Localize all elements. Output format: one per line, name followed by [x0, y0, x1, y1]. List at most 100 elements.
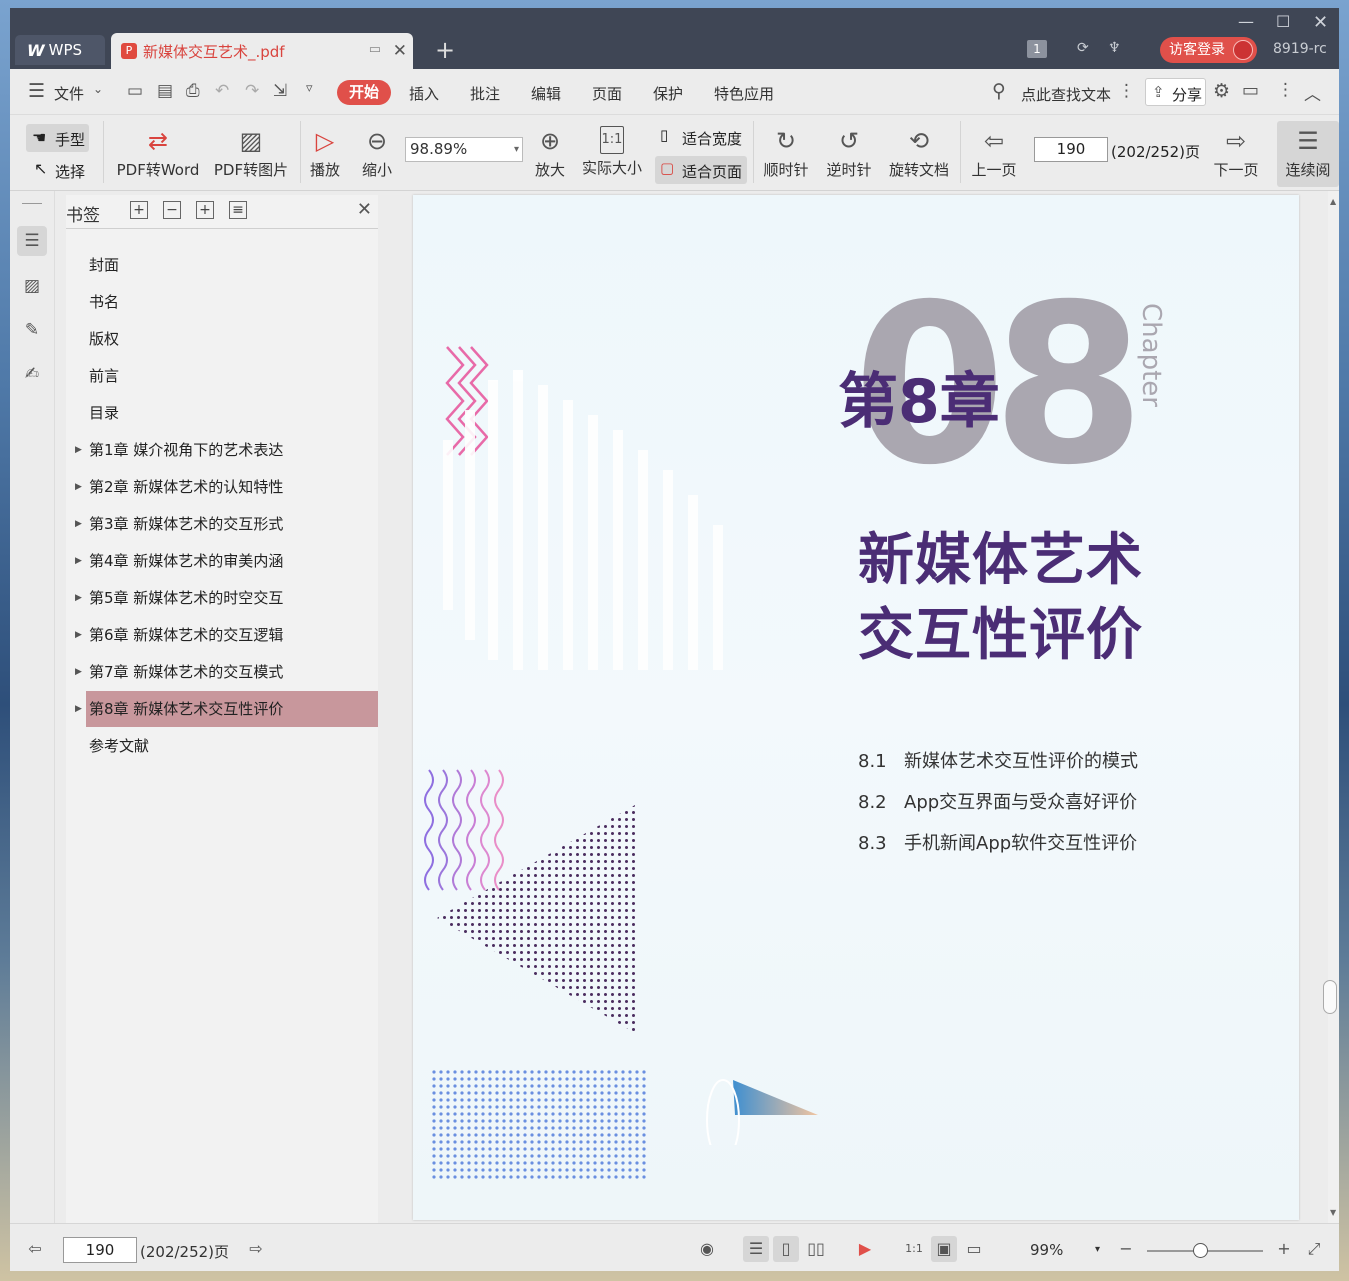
- pdf-to-image-button[interactable]: ▨ PDF转图片: [213, 126, 289, 180]
- zoom-percent[interactable]: 99%: [1030, 1241, 1063, 1259]
- hand-tool-button[interactable]: ☚ 手型: [26, 124, 89, 152]
- edit-bookmark-icon[interactable]: ≡: [229, 201, 247, 219]
- bookmark-item[interactable]: ▶ 第8章 新媒体艺术交互性评价: [75, 691, 378, 727]
- zoom-out-status-icon[interactable]: −: [1113, 1236, 1139, 1262]
- bookmark-item[interactable]: ▶ 第4章 新媒体艺术的审美内涵: [75, 543, 378, 579]
- rotate-clockwise-button[interactable]: ↻ 顺时针: [760, 126, 812, 180]
- chevron-down-icon[interactable]: ⌄: [93, 82, 103, 96]
- settings-icon[interactable]: ⚙: [1213, 80, 1230, 102]
- bookmark-item[interactable]: ▶ 第7章 新媒体艺术的交互模式: [75, 654, 378, 690]
- menu-insert[interactable]: 插入: [409, 83, 439, 104]
- fit-page-button[interactable]: ▢ 适合页面: [655, 156, 747, 184]
- eye-protect-icon[interactable]: ◉: [694, 1236, 720, 1262]
- pdf-to-word-button[interactable]: ⇄ PDF转Word: [114, 126, 202, 180]
- actual-size-status-icon[interactable]: 1:1: [901, 1236, 927, 1262]
- fit-width-status-icon[interactable]: ▭: [961, 1236, 987, 1262]
- status-page-input[interactable]: 190: [63, 1237, 137, 1263]
- undo-icon[interactable]: ↶: [215, 81, 229, 101]
- comment-icon[interactable]: ▭: [1242, 80, 1259, 101]
- tab-wps-home[interactable]: W WPS: [15, 35, 105, 65]
- select-tool-button[interactable]: ↖ 选择: [32, 159, 92, 183]
- expand-arrow-icon[interactable]: ▶: [75, 691, 82, 727]
- expand-arrow-icon[interactable]: ▶: [75, 654, 82, 690]
- bookmark-item[interactable]: 参考文献: [86, 728, 378, 764]
- expand-arrow-icon[interactable]: ▶: [75, 432, 82, 468]
- maximize-icon[interactable]: ☐: [1276, 12, 1290, 31]
- annotation-icon[interactable]: ✎: [17, 315, 47, 345]
- new-tab-button[interactable]: +: [435, 36, 455, 64]
- visitor-login-button[interactable]: 访客登录: [1160, 37, 1257, 63]
- tab-document[interactable]: P 新媒体交互艺术_.pdf ▭ ✕: [111, 33, 413, 69]
- zoom-in-status-icon[interactable]: +: [1271, 1236, 1297, 1262]
- collapse-ribbon-icon[interactable]: ︿: [1304, 80, 1321, 105]
- next-page-icon[interactable]: ⇨: [243, 1236, 269, 1262]
- prev-page-button[interactable]: ⇦ 上一页: [968, 126, 1020, 180]
- monitor-icon[interactable]: ▭: [369, 42, 381, 57]
- thumbnail-icon[interactable]: ▨: [17, 271, 47, 301]
- save-icon[interactable]: ▤: [157, 81, 173, 101]
- next-page-button[interactable]: ⇨ 下一页: [1210, 126, 1262, 180]
- bookmark-item[interactable]: ▶ 第1章 媒介视角下的艺术表达: [75, 432, 378, 468]
- bookmark-item[interactable]: 目录: [86, 395, 378, 431]
- continuous-read-button[interactable]: ☰ 连续阅: [1277, 121, 1339, 187]
- collapse-all-icon[interactable]: −: [163, 201, 181, 219]
- zoom-slider-knob[interactable]: [1193, 1243, 1208, 1258]
- skin-icon[interactable]: ♆: [1108, 40, 1121, 56]
- rotate-counterclockwise-button[interactable]: ↺ 逆时针: [823, 126, 875, 180]
- play-button[interactable]: ▷ 播放: [307, 126, 343, 180]
- expand-arrow-icon[interactable]: ▶: [75, 506, 82, 542]
- fullscreen-icon[interactable]: ⤢: [1301, 1236, 1327, 1262]
- zoom-in-button[interactable]: ⊕ 放大: [532, 126, 568, 180]
- scroll-up-icon[interactable]: ▲: [1330, 197, 1336, 206]
- hamburger-icon[interactable]: ☰: [28, 80, 45, 102]
- document-view[interactable]: 08 Chapter 第8章 新媒体艺术 交互性评价 8.1 新媒体艺术交互性评价…: [388, 191, 1332, 1223]
- bookmark-item[interactable]: ▶ 第2章 新媒体艺术的认知特性: [75, 469, 378, 505]
- prev-page-icon[interactable]: ⇦: [22, 1236, 48, 1262]
- menu-page[interactable]: 页面: [592, 83, 622, 104]
- fit-width-button[interactable]: ▯ 适合宽度: [656, 123, 748, 151]
- more-vertical-icon[interactable]: ⋮: [1118, 81, 1135, 101]
- close-tab-icon[interactable]: ✕: [393, 41, 407, 61]
- vertical-scrollbar[interactable]: ▲ ▼: [1323, 191, 1339, 1223]
- menu-annotate[interactable]: 批注: [470, 83, 500, 104]
- redo-icon[interactable]: ↷: [245, 81, 259, 101]
- rotate-document-button[interactable]: ⟲ 旋转文档: [886, 126, 952, 180]
- bookmark-item[interactable]: ▶ 第3章 新媒体艺术的交互形式: [75, 506, 378, 542]
- scroll-down-icon[interactable]: ▼: [1330, 1208, 1336, 1217]
- search-icon[interactable]: ⚲: [992, 80, 1006, 102]
- bookmark-item[interactable]: ▶ 第6章 新媒体艺术的交互逻辑: [75, 617, 378, 653]
- bookmark-item[interactable]: 前言: [86, 358, 378, 394]
- print-icon[interactable]: ⎙: [186, 81, 200, 101]
- menu-protect[interactable]: 保护: [653, 83, 683, 104]
- signature-icon[interactable]: ✍: [17, 359, 47, 389]
- zoom-out-button[interactable]: ⊖ 缩小: [359, 126, 395, 180]
- expand-arrow-icon[interactable]: ▶: [75, 580, 82, 616]
- expand-arrow-icon[interactable]: ▶: [75, 469, 82, 505]
- bookmark-item[interactable]: ▶ 第5章 新媒体艺术的时空交互: [75, 580, 378, 616]
- two-page-icon[interactable]: ▯▯: [803, 1236, 829, 1262]
- minimize-icon[interactable]: —: [1238, 12, 1254, 31]
- sync-icon[interactable]: ⟳: [1077, 40, 1089, 56]
- add-bookmark-icon[interactable]: +: [196, 201, 214, 219]
- fit-page-status-icon[interactable]: ▣: [931, 1236, 957, 1262]
- close-window-icon[interactable]: ✕: [1313, 12, 1328, 33]
- expand-arrow-icon[interactable]: ▶: [75, 543, 82, 579]
- bookmark-item[interactable]: 版权: [86, 321, 378, 357]
- continuous-view-icon[interactable]: ☰: [743, 1236, 769, 1262]
- page-number-input[interactable]: 190: [1034, 137, 1108, 162]
- menu-start[interactable]: 开始: [337, 80, 391, 105]
- expand-all-icon[interactable]: +: [130, 201, 148, 219]
- export-icon[interactable]: ⇲: [273, 81, 287, 101]
- share-button[interactable]: ⇪ 分享: [1145, 78, 1206, 106]
- expand-arrow-icon[interactable]: ▶: [75, 617, 82, 653]
- bookmark-item[interactable]: 封面: [86, 247, 378, 283]
- menu-file[interactable]: 文件: [54, 83, 84, 104]
- scrollbar-thumb[interactable]: [1323, 980, 1337, 1014]
- search-text-button[interactable]: 点此查找文本: [1021, 84, 1111, 105]
- zoom-select[interactable]: 98.89%: [405, 137, 523, 162]
- more-dropdown-icon[interactable]: ▿: [306, 81, 313, 96]
- close-panel-icon[interactable]: ✕: [357, 199, 372, 220]
- play-slideshow-icon[interactable]: ▶: [852, 1236, 878, 1262]
- actual-size-button[interactable]: 1:1 实际大小: [580, 126, 644, 178]
- zoom-dropdown-icon[interactable]: ▾: [1095, 1244, 1100, 1255]
